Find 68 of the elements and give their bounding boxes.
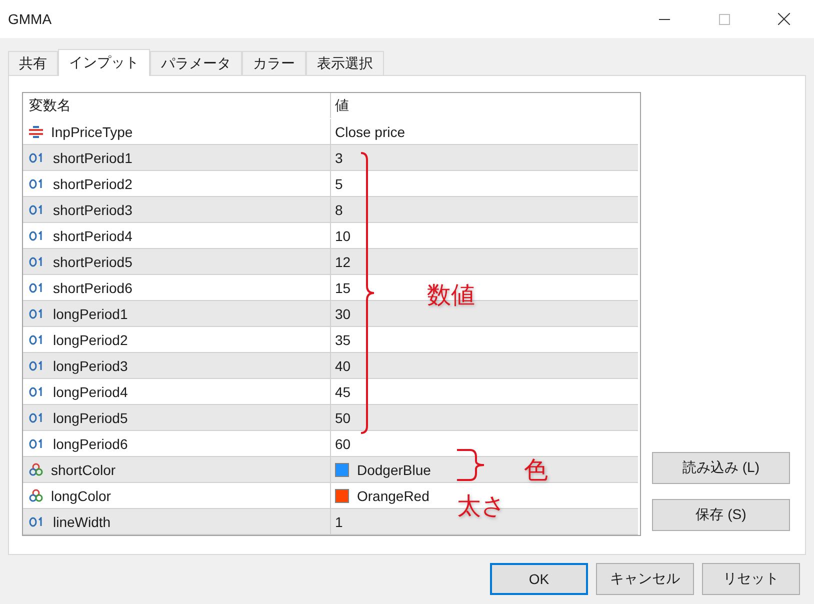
parameter-name: shortPeriod1 bbox=[53, 150, 132, 166]
table-cell: 12 bbox=[335, 254, 351, 270]
color-circles-icon bbox=[29, 463, 43, 476]
number-icon bbox=[29, 204, 45, 214]
number-icon bbox=[29, 282, 45, 292]
parameter-name: longPeriod1 bbox=[53, 306, 128, 322]
column-header: 変数名 bbox=[23, 93, 331, 118]
number-icon bbox=[29, 256, 45, 266]
parameter-name: lineWidth bbox=[53, 514, 111, 530]
parameter-name: shortColor bbox=[51, 462, 116, 478]
table-cell: 35 bbox=[335, 332, 351, 348]
annotation-label: 数値 bbox=[427, 281, 475, 311]
dialog-button[interactable]: リセット bbox=[702, 563, 800, 595]
tab[interactable]: カラー bbox=[242, 51, 306, 75]
parameter-name: shortPeriod5 bbox=[53, 254, 132, 270]
parameter-name: longPeriod3 bbox=[53, 358, 128, 374]
parameter-name: longPeriod4 bbox=[53, 384, 128, 400]
number-icon bbox=[29, 412, 45, 422]
number-icon bbox=[29, 230, 45, 240]
parameter-name: shortPeriod4 bbox=[53, 228, 132, 244]
parameter-name: shortPeriod2 bbox=[53, 176, 132, 192]
tab[interactable]: 共有 bbox=[8, 51, 58, 75]
parameter-name: shortPeriod3 bbox=[53, 202, 132, 218]
table-cell: 5 bbox=[335, 176, 343, 192]
window-title: GMMA bbox=[8, 11, 52, 27]
number-icon bbox=[29, 334, 45, 344]
table-cell: 3 bbox=[335, 150, 343, 166]
close-icon bbox=[778, 13, 790, 25]
table-cell: 40 bbox=[335, 358, 351, 374]
number-icon bbox=[29, 516, 45, 526]
number-icon bbox=[29, 360, 45, 370]
side-button[interactable]: 読み込み (L) bbox=[652, 452, 790, 484]
color-name: DodgerBlue bbox=[357, 462, 431, 478]
side-button[interactable]: 保存 (S) bbox=[652, 499, 790, 531]
annotation-label: 色 bbox=[524, 456, 548, 486]
color-circles-icon bbox=[29, 489, 43, 502]
number-icon bbox=[29, 308, 45, 318]
table-cell: 8 bbox=[335, 202, 343, 218]
tab[interactable]: インプット bbox=[58, 49, 150, 76]
table-cell: 60 bbox=[335, 436, 351, 452]
table-cell: Close price bbox=[335, 124, 406, 140]
dialog-button[interactable]: OK bbox=[490, 563, 588, 595]
dialog-button[interactable]: キャンセル bbox=[596, 563, 694, 595]
list-icon bbox=[29, 126, 43, 138]
parameter-name: longPeriod6 bbox=[53, 436, 128, 452]
table-cell: 45 bbox=[335, 384, 351, 400]
minimize-icon bbox=[658, 18, 670, 20]
table-cell: 10 bbox=[335, 228, 351, 244]
table-cell: 30 bbox=[335, 306, 351, 322]
table-cell: 50 bbox=[335, 410, 351, 426]
color-name: OrangeRed bbox=[357, 488, 430, 504]
table-cell: 1 bbox=[335, 514, 343, 530]
number-icon bbox=[29, 386, 45, 396]
parameter-name: longColor bbox=[51, 488, 111, 504]
annotation-label: 太さ bbox=[457, 492, 506, 522]
parameter-name: shortPeriod6 bbox=[53, 280, 132, 296]
number-icon bbox=[29, 178, 45, 188]
tab[interactable]: 表示選択 bbox=[306, 51, 384, 75]
brace-drawing bbox=[457, 449, 485, 481]
maximize-icon bbox=[718, 14, 730, 24]
table-cell: 15 bbox=[335, 280, 351, 296]
tab[interactable]: パラメータ bbox=[150, 51, 242, 75]
number-icon bbox=[29, 152, 45, 162]
parameter-name: InpPriceType bbox=[51, 124, 133, 140]
parameter-name: longPeriod2 bbox=[53, 332, 128, 348]
column-header: 値 bbox=[334, 96, 350, 114]
parameter-name: longPeriod5 bbox=[53, 410, 128, 426]
number-icon bbox=[29, 438, 45, 448]
